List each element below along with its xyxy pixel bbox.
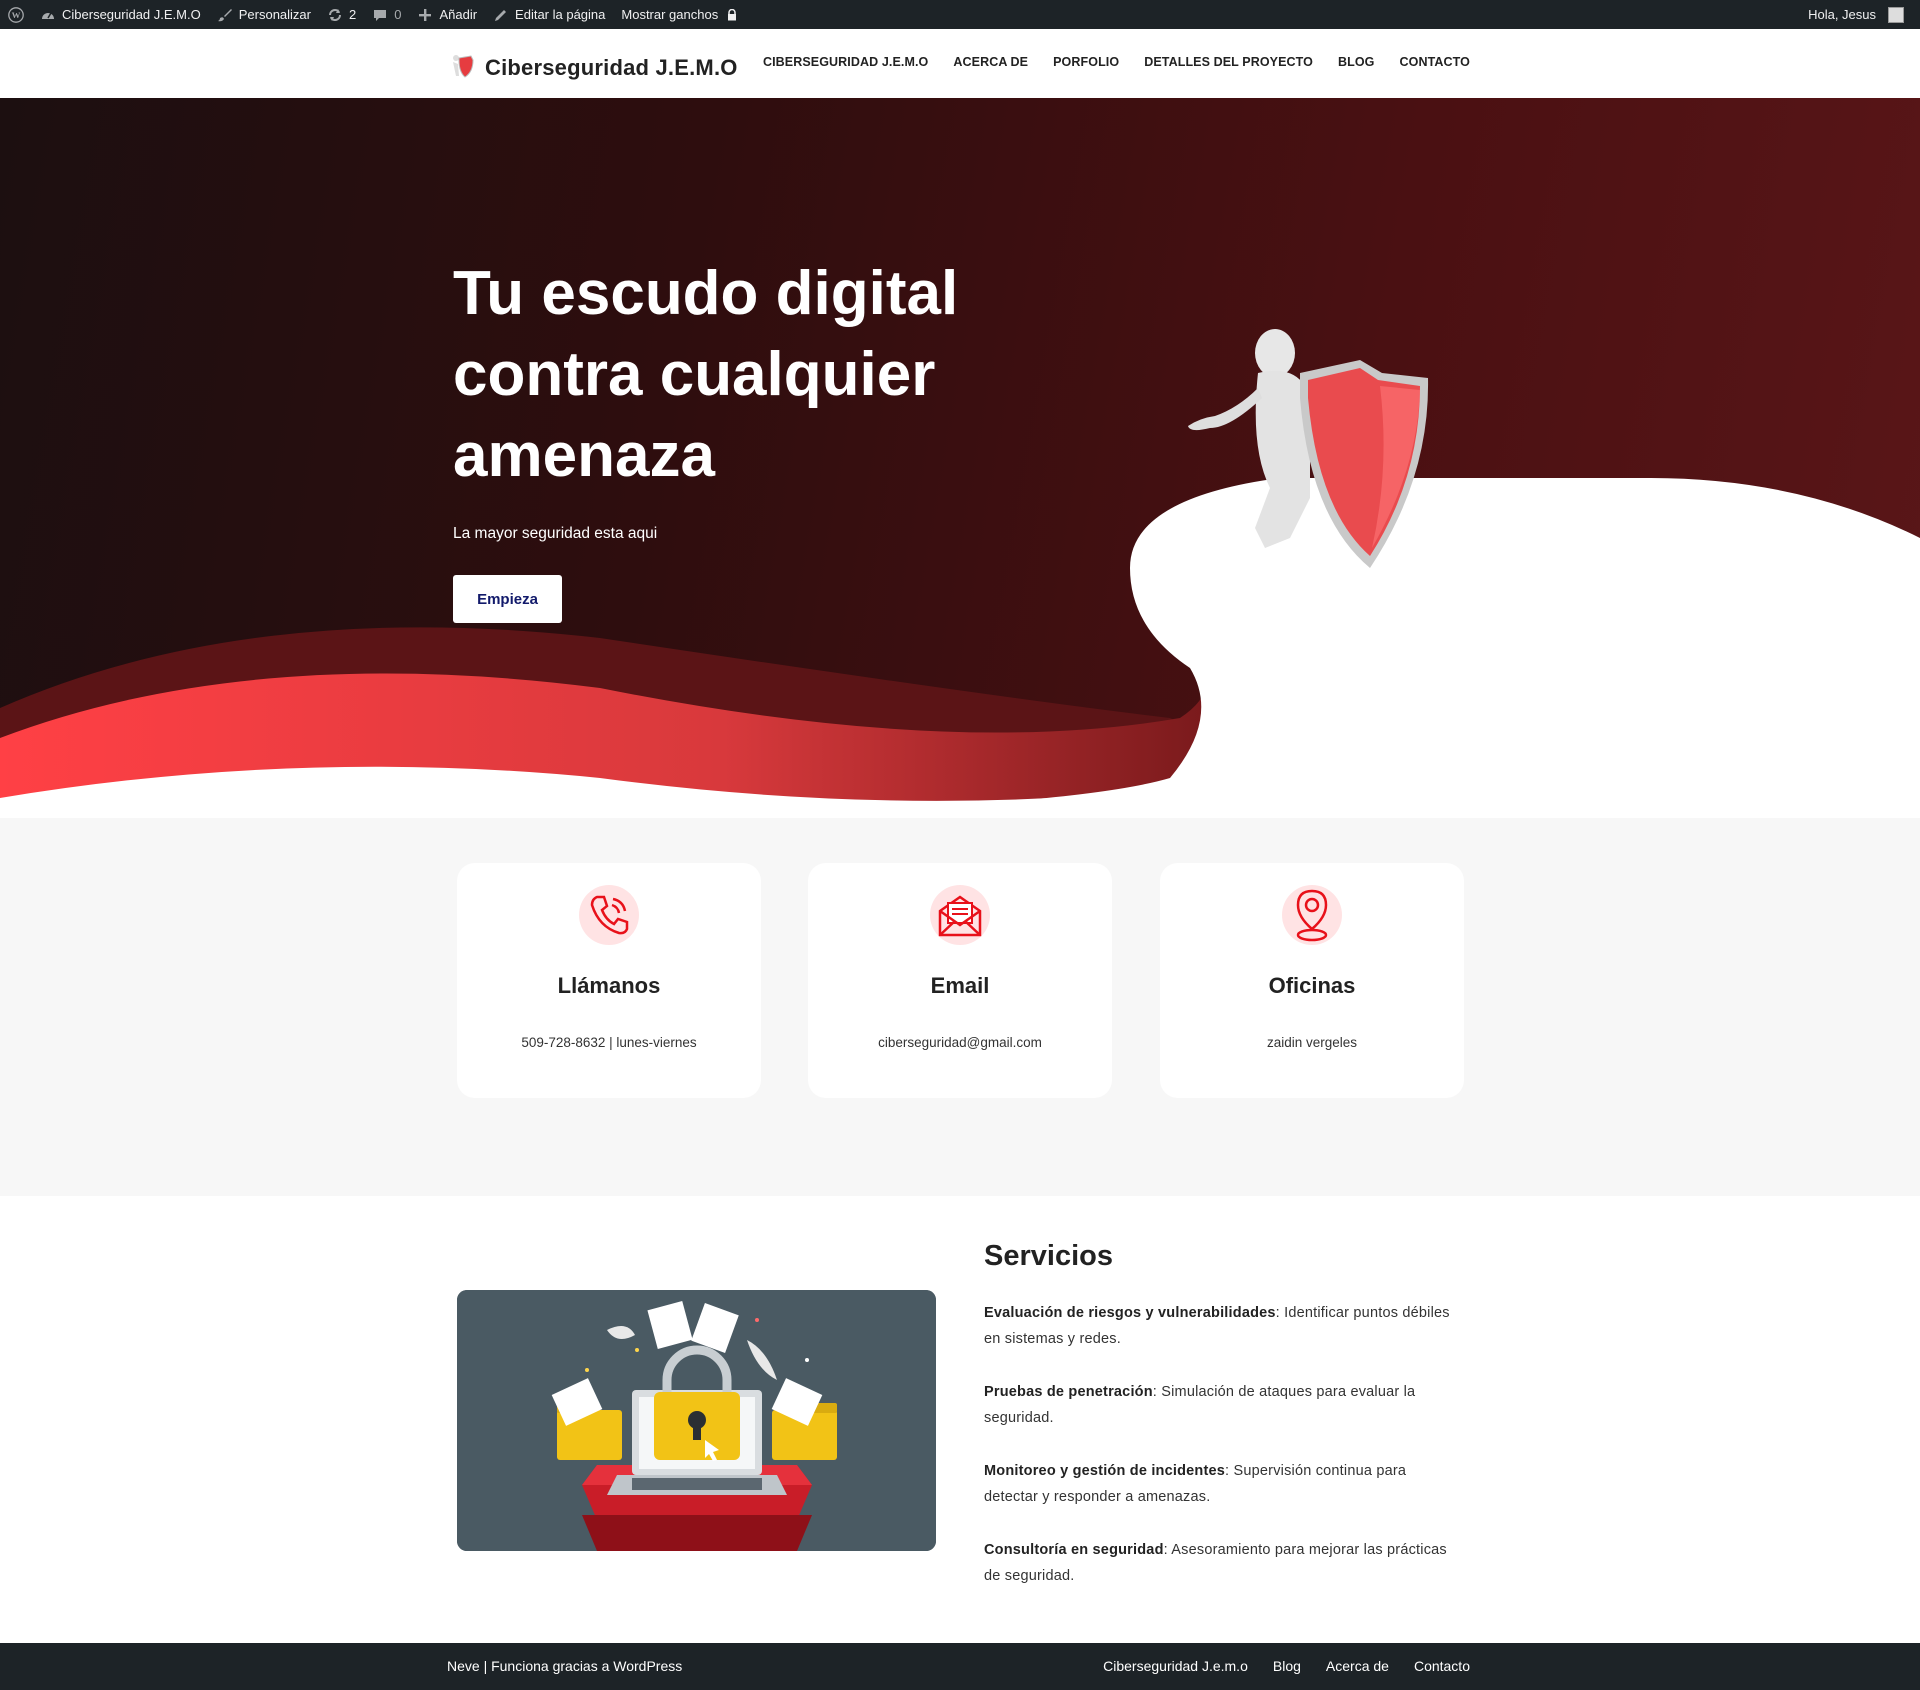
contact-card-text: 509-728-8632 | lunes-viernes	[521, 1035, 697, 1050]
footer-nav: Ciberseguridad J.e.m.o Blog Acerca de Co…	[1103, 1658, 1470, 1674]
services-title: Servicios	[984, 1240, 1113, 1272]
envelope-icon	[928, 883, 992, 947]
wordpress-logo-icon[interactable]: W	[0, 0, 32, 29]
hero-subtitle: La mayor seguridad esta aqui	[453, 525, 658, 542]
service-item: Consultoría en seguridad: Asesoramiento …	[984, 1537, 1464, 1589]
contact-card-phone: Llámanos 509-728-8632 | lunes-viernes	[457, 863, 761, 1098]
service-term: Consultoría en seguridad	[984, 1542, 1164, 1558]
phone-icon	[577, 883, 641, 947]
site-header: Ciberseguridad J.E.M.O CIBERSEGURIDAD J.…	[0, 29, 1920, 98]
site-footer: Neve | Funciona gracias a WordPress Cibe…	[0, 1643, 1920, 1690]
footer-credit[interactable]: Neve | Funciona gracias a WordPress	[447, 1658, 682, 1674]
admin-greeting: Hola, Jesus	[1808, 7, 1876, 22]
service-term: Evaluación de riesgos y vulnerabilidades	[984, 1305, 1276, 1321]
lock-icon	[724, 7, 740, 23]
admin-comments-count: 0	[394, 7, 402, 22]
comment-bubble-icon	[372, 7, 388, 23]
contact-card-offices: Oficinas zaidin vergeles	[1160, 863, 1464, 1098]
contact-info-section: Llámanos 509-728-8632 | lunes-viernes Em…	[0, 818, 1920, 1196]
updates-icon	[327, 7, 343, 23]
location-pin-icon	[1280, 883, 1344, 947]
nav-item-blog[interactable]: BLOG	[1338, 55, 1375, 69]
contact-card-text: zaidin vergeles	[1266, 1035, 1358, 1050]
admin-customize-link[interactable]: Personalizar	[209, 0, 319, 29]
primary-nav: CIBERSEGURIDAD J.E.M.O ACERCA DE PORFOLI…	[763, 55, 1470, 69]
service-term: Monitoreo y gestión de incidentes	[984, 1463, 1226, 1479]
admin-show-hooks-link[interactable]: Mostrar ganchos	[613, 0, 748, 29]
service-item: Evaluación de riesgos y vulnerabilidades…	[984, 1300, 1464, 1352]
brush-icon	[217, 7, 233, 23]
svg-text:W: W	[12, 10, 21, 20]
dashboard-icon	[40, 7, 56, 23]
admin-updates-link[interactable]: 2	[319, 0, 364, 29]
admin-site-link[interactable]: Ciberseguridad J.E.M.O	[32, 0, 209, 29]
admin-account-link[interactable]: Hola, Jesus	[1800, 0, 1920, 29]
contact-card-title: Oficinas	[1268, 973, 1356, 998]
plus-icon	[417, 7, 433, 23]
nav-item-home[interactable]: CIBERSEGURIDAD J.E.M.O	[763, 55, 928, 69]
contact-card-email: Email ciberseguridad@gmail.com	[808, 863, 1112, 1098]
admin-customize-label: Personalizar	[238, 7, 311, 22]
shield-logo-icon	[447, 50, 477, 85]
nav-item-about[interactable]: ACERCA DE	[953, 55, 1028, 69]
pencil-icon	[493, 7, 509, 23]
site-title: Ciberseguridad J.E.M.O	[485, 54, 738, 80]
admin-edit-page-label: Editar la página	[515, 7, 606, 22]
nav-item-contact[interactable]: CONTACTO	[1400, 55, 1470, 69]
admin-show-hooks-label: Mostrar ganchos	[621, 7, 719, 22]
service-term: Pruebas de penetración	[984, 1384, 1153, 1400]
security-laptop-illustration	[457, 1290, 936, 1551]
hero-title: Tu escudo digital contra cualquier amena…	[453, 259, 959, 490]
contact-card-title: Email	[930, 973, 990, 998]
admin-updates-count: 2	[349, 7, 357, 22]
admin-bar: W Ciberseguridad J.E.M.O Personalizar 2 …	[0, 0, 1920, 29]
nav-item-project-details[interactable]: DETALLES DEL PROYECTO	[1144, 55, 1313, 69]
service-item: Monitoreo y gestión de incidentes: Super…	[984, 1458, 1464, 1510]
footer-nav-about[interactable]: Acerca de	[1326, 1658, 1389, 1674]
hero-section: Tu escudo digital contra cualquier amena…	[0, 98, 1920, 818]
service-item: Pruebas de penetración: Simulación de at…	[984, 1379, 1464, 1431]
admin-add-new-link[interactable]: Añadir	[409, 0, 485, 29]
get-started-button[interactable]: Empieza	[453, 575, 562, 623]
nav-item-portfolio[interactable]: PORFOLIO	[1053, 55, 1119, 69]
admin-comments-link[interactable]: 0	[364, 0, 409, 29]
footer-nav-home[interactable]: Ciberseguridad J.e.m.o	[1103, 1658, 1248, 1674]
contact-card-title: Llámanos	[557, 973, 661, 998]
footer-nav-blog[interactable]: Blog	[1273, 1658, 1301, 1674]
contact-card-text: ciberseguridad@gmail.com	[878, 1035, 1042, 1050]
avatar	[1888, 6, 1904, 23]
footer-nav-contact[interactable]: Contacto	[1414, 1658, 1470, 1674]
admin-add-new-label: Añadir	[439, 7, 478, 22]
admin-edit-page-link[interactable]: Editar la página	[485, 0, 613, 29]
site-brand[interactable]: Ciberseguridad J.E.M.O	[447, 50, 738, 85]
admin-site-name: Ciberseguridad J.E.M.O	[62, 7, 201, 22]
